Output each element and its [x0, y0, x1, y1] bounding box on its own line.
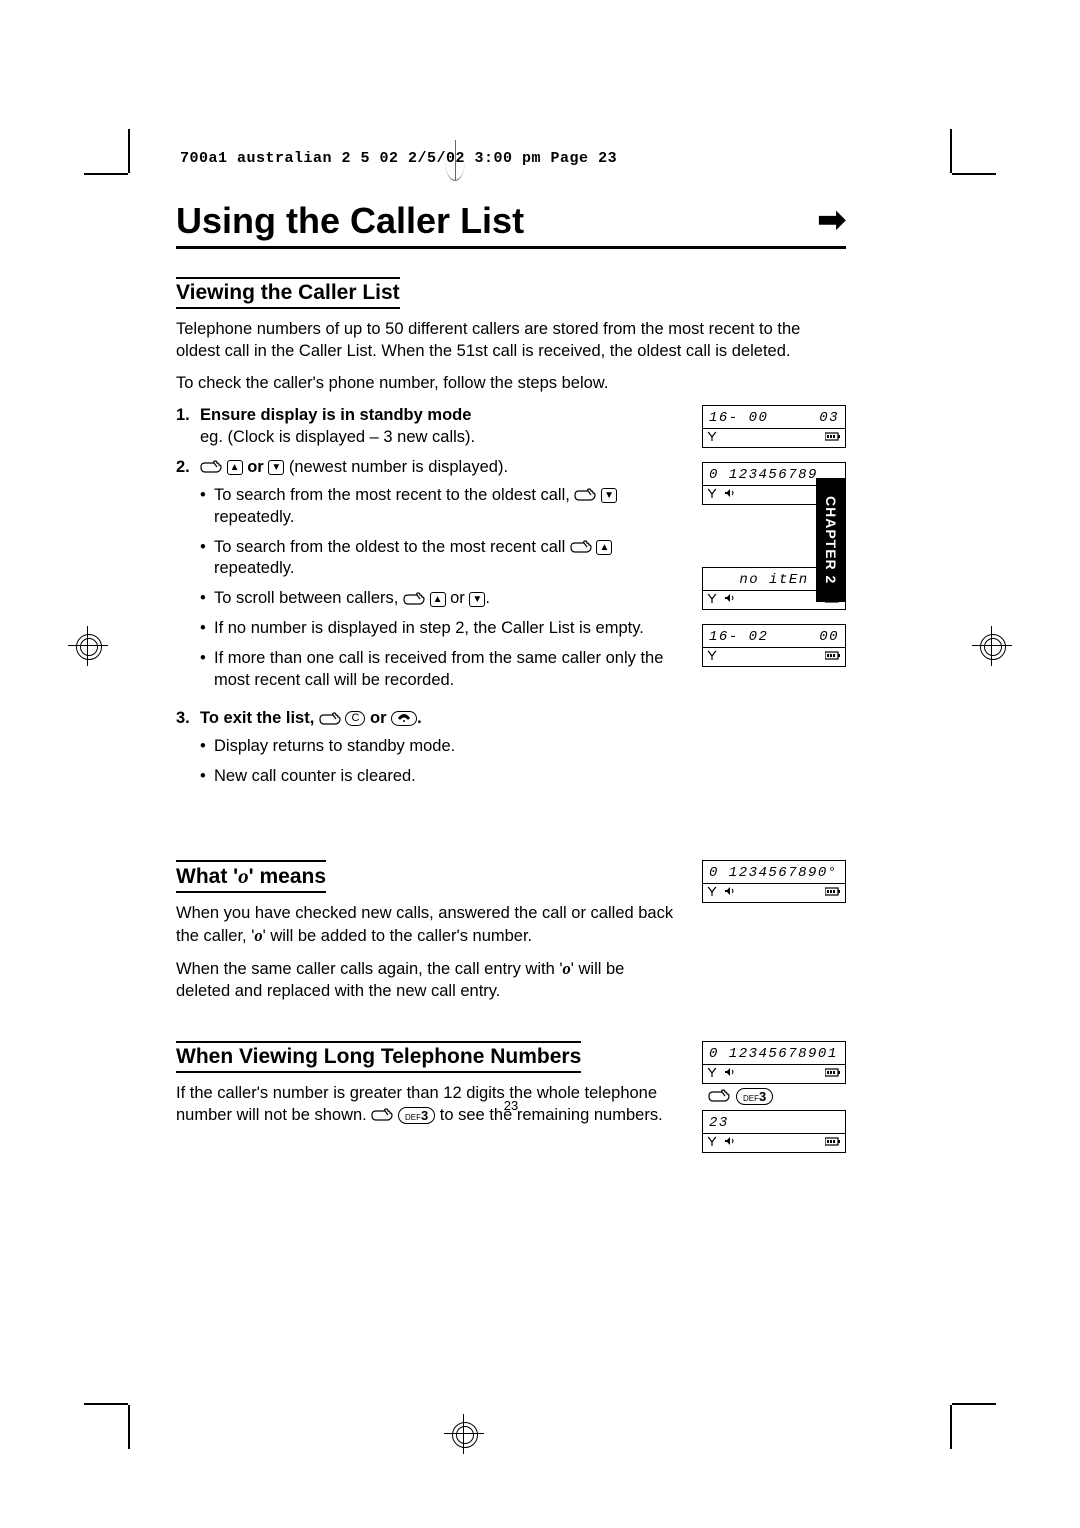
up-key-icon: ▲: [227, 460, 243, 475]
step-text: (newest number is displayed).: [289, 458, 508, 476]
lcd-display-longnum-1: 0 12345678901: [702, 1041, 846, 1084]
intro-paragraph-2: To check the caller's phone number, foll…: [176, 373, 846, 395]
section2-p1: When you have checked new calls, answere…: [176, 903, 682, 948]
crop-mark: [84, 1403, 128, 1405]
bullet-text: To search from the oldest to the most re…: [214, 538, 570, 556]
lcd-text: 16- 00: [709, 410, 768, 426]
antenna-icon: [707, 431, 717, 445]
bullet-text: If no number is displayed in step 2, the…: [214, 618, 682, 640]
bullet-text: To search from the most recent to the ol…: [214, 486, 574, 504]
antenna-icon: [707, 1136, 717, 1150]
bullet-text: repeatedly.: [214, 508, 294, 526]
bullet-item: To search from the most recent to the ol…: [200, 485, 682, 529]
down-key-icon: ▼: [601, 488, 617, 503]
lcd-display-longnum-2: 23: [702, 1111, 846, 1153]
antenna-icon: [707, 1067, 717, 1081]
press-hand-icon: [403, 589, 425, 607]
hangup-key-icon: [391, 711, 417, 726]
registration-mark: [444, 1414, 484, 1454]
lcd-text: 00: [819, 629, 839, 645]
registration-mark: [972, 626, 1012, 666]
step-subtext: eg. (Clock is displayed – 3 new calls).: [200, 428, 475, 446]
crop-mark: [84, 173, 128, 175]
battery-icon: [825, 431, 841, 445]
antenna-icon: [707, 593, 717, 607]
up-key-icon: ▲: [430, 592, 446, 607]
lcd-text: 03: [819, 410, 839, 426]
lcd-text: 0 12345678901: [709, 1046, 838, 1062]
section-heading-long-numbers: When Viewing Long Telephone Numbers: [176, 1041, 581, 1073]
speaker-icon: [724, 593, 734, 607]
press-hand-icon: [574, 486, 596, 504]
section-heading-viewing: Viewing the Caller List: [176, 277, 400, 309]
up-key-icon: ▲: [596, 540, 612, 555]
speaker-icon: [724, 488, 734, 502]
bullet-text: or: [450, 589, 469, 607]
section-heading-what-o-means: What 'o' means: [176, 860, 326, 893]
bullet-item: If no number is displayed in step 2, the…: [200, 618, 682, 640]
press-hand-icon: [200, 458, 222, 476]
step-title: .: [417, 709, 422, 727]
bullet-text: New call counter is cleared.: [214, 766, 682, 788]
press-hand-icon: [319, 709, 341, 727]
step-3: 3. To exit the list, C or . Display retu…: [176, 708, 682, 796]
registration-mark: [68, 626, 108, 666]
battery-icon: [825, 1136, 841, 1150]
lcd-text: 0 123456789: [709, 467, 818, 483]
step-2: 2. ▲ or ▼ (newest number is displayed). …: [176, 457, 682, 700]
bullet-item: To search from the oldest to the most re…: [200, 537, 682, 581]
crop-mark: [952, 173, 996, 175]
step-number: 2.: [176, 457, 200, 700]
chapter-tab: CHAPTER 2: [816, 478, 846, 602]
antenna-icon: [707, 488, 717, 502]
intro-paragraph: Telephone numbers of up to 50 different …: [176, 319, 846, 363]
continue-arrow-icon: ➡: [818, 200, 847, 242]
bullet-text: .: [485, 589, 490, 607]
lcd-text: 0 1234567890°: [709, 865, 838, 881]
bullet-text: Display returns to standby mode.: [214, 736, 682, 758]
title-row: Using the Caller List ➡: [176, 200, 846, 249]
bullet-item: If more than one call is received from t…: [200, 648, 682, 692]
bullet-item: To scroll between callers, ▲ or ▼.: [200, 588, 682, 610]
battery-icon: [825, 1067, 841, 1081]
crop-mark: [952, 1403, 996, 1405]
or-text: or: [247, 458, 268, 476]
page-title: Using the Caller List: [176, 200, 524, 242]
step-number: 1.: [176, 405, 200, 449]
lcd-display-standby: 16- 00 03: [702, 405, 846, 448]
print-header: 700a1 australian 2 5 02 2/5/02 3:00 pm P…: [180, 150, 617, 167]
down-key-icon: ▼: [268, 460, 284, 475]
speaker-icon: [724, 886, 734, 900]
bullet-text: repeatedly.: [214, 559, 294, 577]
speaker-icon: [724, 1067, 734, 1081]
antenna-icon: [707, 650, 717, 664]
down-key-icon: ▼: [469, 592, 485, 607]
step-title: Ensure display is in standby mode: [200, 406, 471, 424]
step-title: To exit the list,: [200, 709, 319, 727]
lcd-text: 23: [709, 1115, 729, 1131]
bullet-item: Display returns to standby mode.: [200, 736, 682, 758]
bullet-item: New call counter is cleared.: [200, 766, 682, 788]
section2-p2: When the same caller calls again, the ca…: [176, 958, 682, 1003]
press-hand-icon: [570, 538, 592, 556]
battery-icon: [825, 650, 841, 664]
step-title: or: [370, 709, 391, 727]
step-number: 3.: [176, 708, 200, 796]
page-content: Using the Caller List ➡ Viewing the Call…: [176, 200, 846, 1159]
speaker-icon: [724, 1136, 734, 1150]
lcd-text: no itEn: [739, 572, 808, 588]
lcd-display-checked: 0 1234567890°: [702, 860, 846, 903]
bullet-text: If more than one call is received from t…: [214, 648, 682, 692]
battery-icon: [825, 886, 841, 900]
lcd-display-exit: 16- 02 00: [702, 624, 846, 667]
lcd-text: 16- 02: [709, 629, 768, 645]
antenna-icon: [707, 886, 717, 900]
bullet-text: To scroll between callers,: [214, 589, 403, 607]
c-key-icon: C: [345, 711, 365, 726]
page-number: 23: [176, 1098, 846, 1113]
step-1: 1. Ensure display is in standby mode eg.…: [176, 405, 682, 449]
